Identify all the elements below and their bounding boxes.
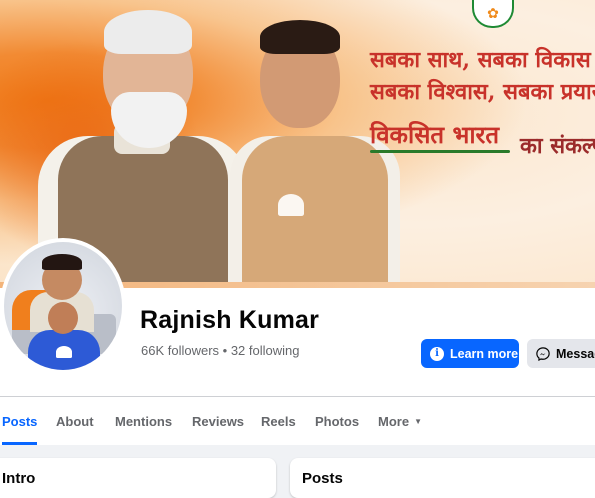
profile-stats[interactable]: 66K followers • 32 following	[141, 343, 299, 358]
messenger-icon	[536, 346, 550, 361]
tab-mentions[interactable]: Mentions	[115, 397, 172, 445]
message-button[interactable]: Message	[527, 339, 595, 368]
tab-reviews[interactable]: Reviews	[192, 397, 244, 445]
profile-tabs: Posts About Mentions Reviews Reels Photo…	[0, 397, 595, 445]
cover-slogan-underline	[370, 150, 510, 153]
cover-slogan-line-3-text: विकसित भारत	[370, 120, 500, 149]
profile-avatar[interactable]	[0, 238, 126, 374]
profile-name: Rajnish Kumar	[140, 306, 320, 334]
lotus-pin-icon	[278, 194, 304, 216]
cover-slogan-line-2: सबका विश्वास, सबका प्रयास	[370, 79, 595, 105]
tab-about[interactable]: About	[56, 397, 94, 445]
tab-reels-label: Reels	[261, 413, 296, 429]
intro-card: Intro	[0, 458, 276, 498]
info-icon: i	[430, 346, 444, 361]
tab-posts-label: Posts	[2, 413, 38, 429]
tab-reviews-label: Reviews	[192, 413, 245, 429]
posts-title: Posts	[302, 470, 343, 487]
tab-photos[interactable]: Photos	[315, 397, 359, 445]
avatar-image	[4, 242, 122, 370]
intro-title: Intro	[2, 470, 36, 487]
tab-photos-label: Photos	[315, 413, 360, 429]
tab-mentions-label: Mentions	[115, 413, 173, 429]
avatar-lotus-icon	[56, 346, 72, 358]
message-label: Message	[556, 346, 595, 361]
tab-about-label: About	[56, 413, 94, 429]
tab-more[interactable]: More ▼	[378, 397, 422, 445]
tab-reels[interactable]: Reels	[261, 397, 296, 445]
tab-posts[interactable]: Posts	[2, 397, 38, 445]
tab-more-label: More	[378, 413, 410, 429]
caret-down-icon: ▼	[414, 416, 422, 426]
cover-slogan-line-3b: का संकल्प	[520, 133, 595, 159]
posts-card: Posts	[290, 458, 595, 498]
learn-more-label: Learn more	[450, 346, 519, 361]
lotus-icon: ✿	[472, 0, 514, 28]
learn-more-button[interactable]: i Learn more	[421, 339, 519, 368]
cover-slogan-line-3: विकसित भारत	[370, 118, 510, 153]
cover-slogan-line-1: सबका साथ, सबका विकास	[370, 47, 591, 73]
